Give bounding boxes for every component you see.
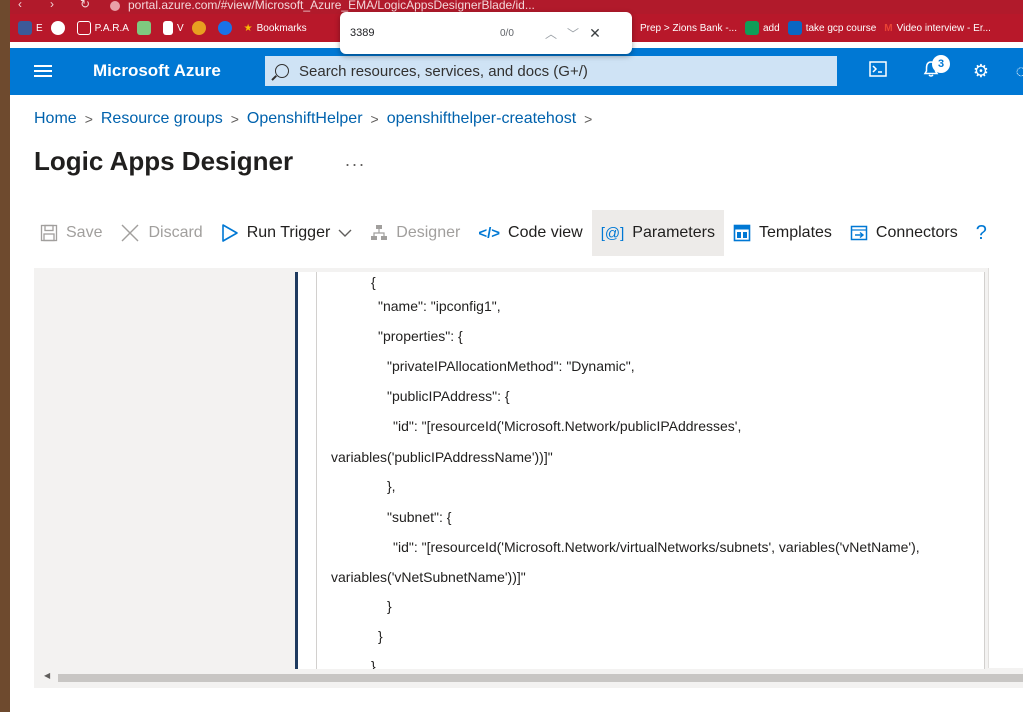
code-line: "subnet": { <box>387 509 452 525</box>
chevron-right-icon: > <box>84 111 93 127</box>
designer-button[interactable]: Designer <box>361 210 469 256</box>
bookmark-icon <box>191 21 206 35</box>
discard-button[interactable]: Discard <box>111 210 211 256</box>
bookmark-item[interactable] <box>191 21 210 35</box>
brand-title[interactable]: Microsoft Azure <box>93 61 221 81</box>
breadcrumb-openshifthelper[interactable]: OpenshiftHelper <box>247 110 363 128</box>
find-input[interactable]: 3389 <box>350 27 500 39</box>
designer-icon <box>370 224 388 242</box>
bookmark-icon <box>18 21 32 35</box>
code-line: variables('vNetSubnetName'))]" <box>331 569 526 585</box>
window-edge <box>0 0 10 712</box>
pen-icon <box>162 21 173 35</box>
code-line: } <box>387 598 392 614</box>
bookmark-item[interactable]: P.A.R.A <box>76 21 129 35</box>
designer-canvas: { "name": "ipconfig1", "properties": { "… <box>34 268 1023 688</box>
bookmark-item[interactable]: E <box>18 21 43 35</box>
code-line: { <box>371 274 376 290</box>
code-view-button[interactable]: </> Code view <box>469 210 591 256</box>
bookmark-item[interactable]: M Video interview - Er... <box>884 23 991 34</box>
connectors-button[interactable]: Connectors <box>841 210 967 256</box>
close-icon <box>120 223 140 243</box>
breadcrumb-createhost[interactable]: openshifthelper-createhost <box>387 110 576 128</box>
bookmark-item[interactable]: Prep > Zions Bank -... <box>640 23 737 34</box>
breadcrumb-home[interactable]: Home <box>34 110 77 128</box>
parameters-button[interactable]: [@] Parameters <box>591 210 724 256</box>
code-line: "privateIPAllocationMethod": "Dynamic", <box>387 358 635 374</box>
chevron-right-icon: > <box>230 111 239 127</box>
code-line: }, <box>387 478 396 494</box>
horizontal-scrollbar[interactable]: ◀ <box>34 669 1023 683</box>
cloud-shell-icon[interactable] <box>867 60 889 82</box>
find-close-icon[interactable]: ✕ <box>584 25 606 42</box>
bookmark-item[interactable]: ★ Bookmarks <box>244 23 307 34</box>
code-icon: </> <box>478 224 501 242</box>
breadcrumb: Home > Resource groups > OpenshiftHelper… <box>34 110 600 128</box>
bookmark-item[interactable] <box>217 21 236 35</box>
play-icon <box>221 223 239 243</box>
gmail-icon: M <box>884 22 893 34</box>
back-icon[interactable]: ‹ <box>18 0 22 11</box>
bookmark-item[interactable] <box>50 21 69 35</box>
more-options-icon[interactable]: ... <box>345 150 366 171</box>
find-next-icon[interactable]: ﹀ <box>562 25 584 42</box>
notification-badge: 3 <box>932 55 950 73</box>
azure-top-bar: Microsoft Azure ⚙ ◌ <box>10 48 1023 95</box>
menu-icon[interactable] <box>34 62 52 80</box>
scrollbar-thumb[interactable] <box>58 674 1023 682</box>
forward-icon[interactable]: › <box>50 0 54 11</box>
help-button[interactable]: ? <box>967 210 987 256</box>
designer-toolbar: Save Discard Run Trigger Designer </> Co… <box>34 210 987 256</box>
star-icon: ★ <box>243 22 253 34</box>
code-editor[interactable]: { "name": "ipconfig1", "properties": { "… <box>316 272 984 670</box>
breadcrumb-resource-groups[interactable]: Resource groups <box>101 110 223 128</box>
code-line: } <box>378 628 383 644</box>
code-line: variables('publicIPAddressName'))]" <box>331 449 553 465</box>
help-icon[interactable]: ◌ <box>1010 60 1023 82</box>
bookmark-icon <box>136 21 151 35</box>
bookmark-item[interactable]: add <box>745 21 780 35</box>
find-in-page-bar: 3389 0/0 ︿ ﹀ ✕ <box>340 12 632 54</box>
templates-icon <box>733 224 751 242</box>
code-line: "publicIPAddress": { <box>387 388 510 404</box>
url-text[interactable]: portal.azure.com/#view/Microsoft_Azure_E… <box>128 0 535 12</box>
chevron-down-icon <box>338 228 352 238</box>
reload-icon[interactable]: ↻ <box>80 0 90 11</box>
chevron-right-icon: > <box>584 111 593 127</box>
bookmark-item[interactable]: take gcp course <box>787 21 876 35</box>
folder-icon <box>76 21 91 35</box>
wordpress-icon <box>50 21 65 35</box>
search-icon <box>275 64 289 78</box>
bookmark-item[interactable]: V <box>162 21 184 35</box>
bookmark-item[interactable] <box>136 21 155 35</box>
find-count: 0/0 <box>500 27 514 39</box>
code-line: "properties": { <box>378 328 463 344</box>
code-line: "id": "[resourceId('Microsoft.Network/pu… <box>393 418 742 434</box>
search-input[interactable] <box>299 62 819 80</box>
save-icon <box>40 224 58 242</box>
page-title: Logic Apps Designer <box>34 146 294 176</box>
chevron-right-icon: > <box>370 111 379 127</box>
code-line: "name": "ipconfig1", <box>378 298 501 314</box>
gear-icon[interactable]: ⚙ <box>970 60 992 82</box>
find-previous-icon[interactable]: ︿ <box>540 25 562 42</box>
connectors-icon <box>850 224 868 242</box>
linkedin-icon <box>787 21 802 35</box>
save-button[interactable]: Save <box>34 210 111 256</box>
templates-button[interactable]: Templates <box>724 210 841 256</box>
bookmark-icon <box>217 21 232 35</box>
add-icon <box>745 21 759 35</box>
run-trigger-button[interactable]: Run Trigger <box>212 210 362 256</box>
scroll-left-icon[interactable]: ◀ <box>44 671 50 680</box>
parameters-icon: [@] <box>600 224 625 242</box>
site-info-icon[interactable] <box>110 1 120 11</box>
code-line: "id": "[resourceId('Microsoft.Network/vi… <box>393 539 920 555</box>
right-side-panel <box>988 268 1023 668</box>
global-search[interactable] <box>265 56 837 86</box>
parameters-code-panel: { "name": "ipconfig1", "properties": { "… <box>295 272 985 670</box>
